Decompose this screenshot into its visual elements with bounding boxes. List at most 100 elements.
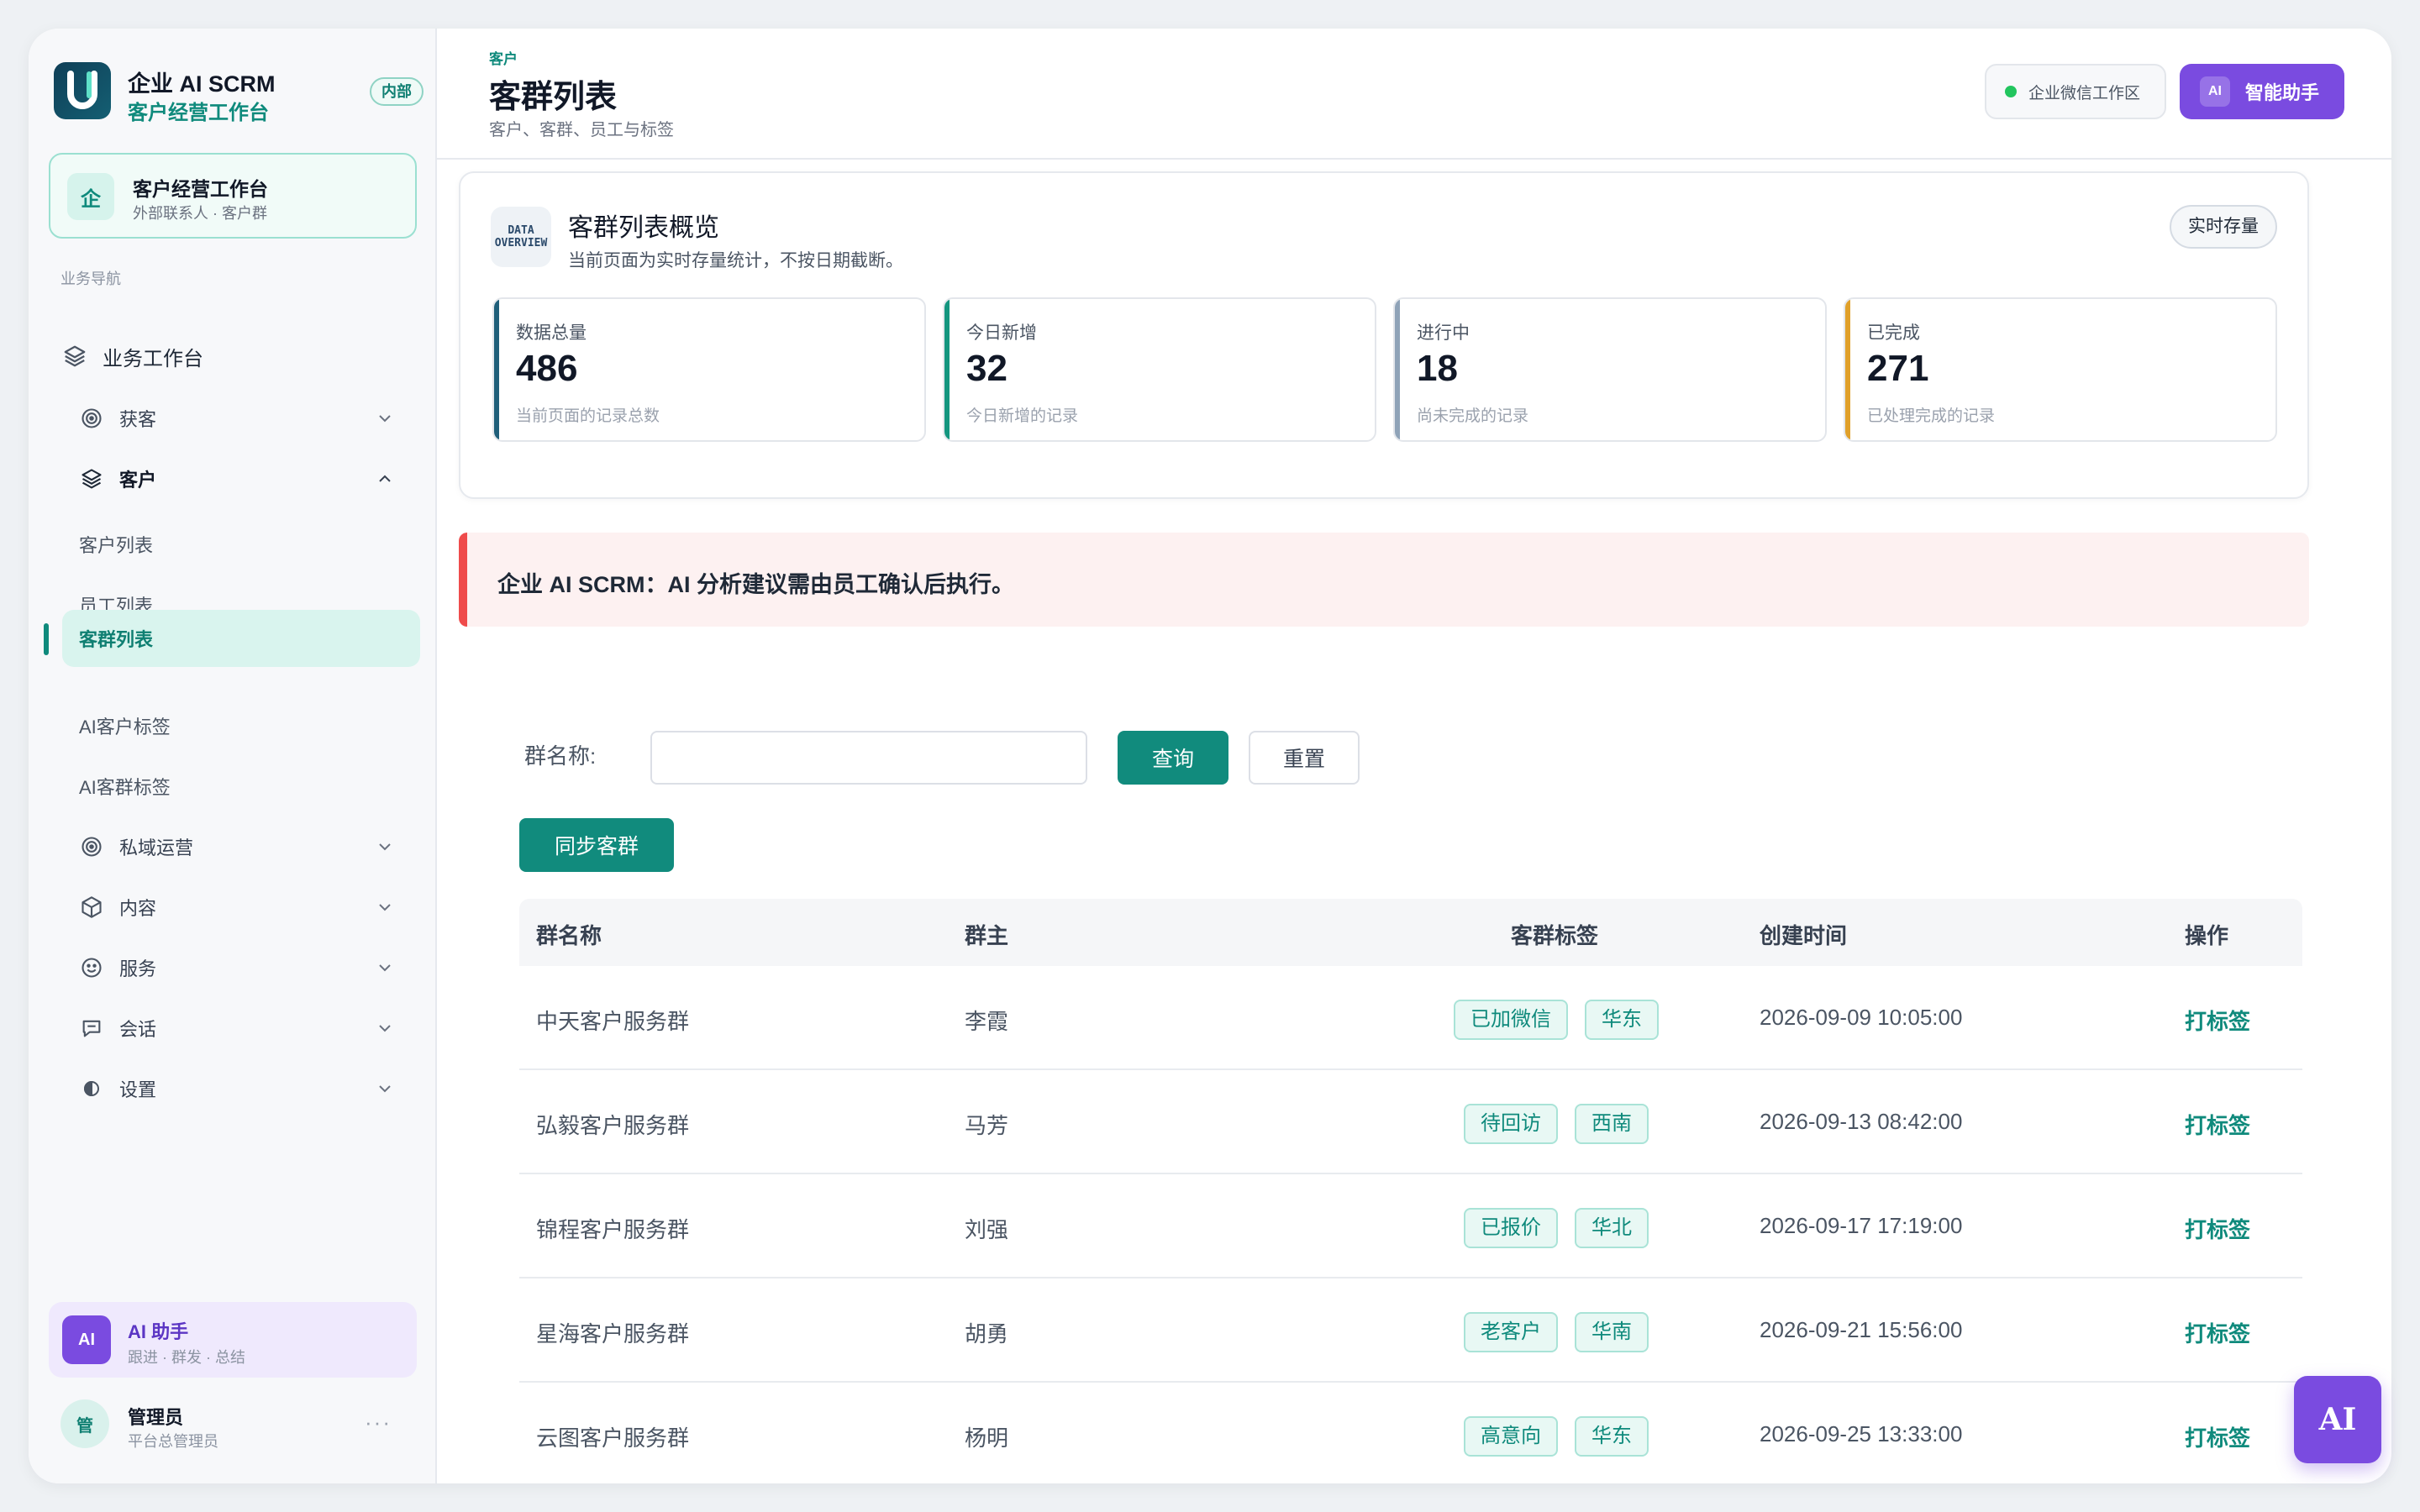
page-subtitle: 客户、客群、员工与标签: [489, 121, 674, 139]
sidebar-item-group-list[interactable]: 客群列表: [62, 610, 420, 667]
tag-action-link[interactable]: 打标签: [2185, 1005, 2250, 1036]
brand-subtitle: 客户经营工作台: [128, 102, 269, 124]
sidebar-item-acquire[interactable]: 获客: [77, 395, 434, 442]
tag-action-link[interactable]: 打标签: [2185, 1213, 2250, 1244]
brand-logo-icon: [54, 62, 111, 119]
chevron-up-icon: [373, 467, 397, 491]
overview-title: 客群列表概览: [568, 214, 719, 242]
cell-tags: 已报价 华北: [1464, 1208, 1649, 1248]
layers-icon: [77, 465, 106, 493]
ai-card-title: AI 助手: [128, 1321, 189, 1342]
brand[interactable]: 企业 AI SCRM 客户经营工作台 内部: [54, 62, 424, 124]
cell-owner: 杨明: [965, 1425, 1009, 1451]
cell-owner: 胡勇: [965, 1321, 1009, 1347]
ai-assistant-card[interactable]: AI AI 助手 跟进 · 群发 · 总结: [49, 1302, 417, 1378]
tag-action-link[interactable]: 打标签: [2185, 1109, 2250, 1140]
cell-group-name: 中天客户服务群: [536, 1009, 690, 1034]
user-profile[interactable]: 管 管理员 平台总管理员 ···: [60, 1396, 417, 1455]
cell-tags: 高意向 华东: [1464, 1416, 1649, 1457]
ai-tag-icon: AI: [2200, 76, 2230, 107]
sidebar-item-service[interactable]: 服务: [77, 944, 434, 991]
tag-action-link[interactable]: 打标签: [2185, 1421, 2250, 1452]
column-header-action: 操作: [2185, 923, 2229, 948]
sidebar-item-private-ops[interactable]: 私域运营: [77, 823, 434, 870]
sidebar-item-workbench[interactable]: 业务工作台: [60, 333, 417, 380]
stat-card-in-progress: 进行中 18 尚未完成的记录: [1393, 297, 1827, 442]
tag-chip: 华北: [1575, 1208, 1649, 1248]
workspace-title: 客户经营工作台: [133, 178, 268, 200]
stat-card-total: 数据总量 486 当前页面的记录总数: [492, 297, 926, 442]
cell-group-name: 锦程客户服务群: [536, 1217, 690, 1242]
ai-floating-button[interactable]: AI: [2294, 1376, 2381, 1463]
tag-chip: 待回访: [1464, 1104, 1558, 1144]
sidebar-item-chat[interactable]: 会话: [77, 1005, 434, 1052]
table-row: 锦程客户服务群 刘强 已报价 华北 2026-09-17 17:19:00 打标…: [519, 1174, 2302, 1278]
cell-group-name: 弘毅客户服务群: [536, 1113, 690, 1138]
user-name: 管理员: [128, 1407, 184, 1428]
overview-card: DATA OVERVIEW 客群列表概览 当前页面为实时存量统计，不按日期截断。…: [459, 171, 2309, 499]
tag-chip: 已报价: [1464, 1208, 1558, 1248]
smile-icon: [77, 953, 106, 982]
smart-assistant-button[interactable]: AI 智能助手: [2180, 64, 2344, 119]
stat-value: 486: [516, 348, 578, 389]
ai-avatar: AI: [62, 1315, 111, 1364]
tag-chip: 西南: [1575, 1104, 1649, 1144]
settings-icon: [77, 1074, 106, 1103]
table-header: 群名称 群主 客群标签 创建时间 操作: [519, 899, 2302, 966]
nav-section-label: 业务导航: [60, 270, 121, 287]
sidebar-item-label: 服务: [119, 958, 157, 979]
chevron-down-icon: [373, 835, 397, 858]
overview-subtitle: 当前页面为实时存量统计，不按日期截断。: [568, 251, 903, 270]
tag-chip: 华南: [1575, 1312, 1649, 1352]
chat-icon: [77, 1014, 106, 1042]
cell-created: 2026-09-17 17:19:00: [1760, 1213, 1963, 1238]
tag-chip: 老客户: [1464, 1312, 1558, 1352]
chevron-down-icon: [373, 1016, 397, 1040]
user-role: 平台总管理员: [128, 1433, 218, 1450]
internal-badge: 内部: [370, 77, 424, 106]
tag-chip: 华东: [1575, 1416, 1649, 1457]
stat-accent-bar: [1845, 299, 1850, 440]
stat-label: 数据总量: [516, 323, 587, 343]
sync-groups-button[interactable]: 同步客群: [519, 818, 674, 872]
chevron-down-icon: [373, 956, 397, 979]
workspace-subtitle: 外部联系人 · 客户群: [133, 205, 267, 222]
breadcrumb[interactable]: 客户: [489, 47, 518, 68]
page-header: 客户 客群列表 客户、客群、员工与标签 企业微信工作区 AI 智能助手: [437, 29, 2391, 160]
sidebar-item-label: 私域运营: [119, 837, 194, 858]
wecom-workspace-button[interactable]: 企业微信工作区: [1985, 64, 2166, 119]
smart-assistant-label: 智能助手: [2245, 82, 2320, 103]
chevron-down-icon: [373, 1077, 397, 1100]
cell-tags: 已加微信 华东: [1454, 1000, 1659, 1040]
group-table: 群名称 群主 客群标签 创建时间 操作 中天客户服务群 李霞 已加微信 华东 2…: [519, 899, 2302, 1487]
ai-card-subtitle: 跟进 · 群发 · 总结: [128, 1349, 245, 1366]
sidebar-item-ai-group-tags[interactable]: AI客群标签: [79, 763, 415, 810]
stat-desc: 尚未完成的记录: [1417, 407, 1529, 425]
workspace-switcher[interactable]: 企 客户经营工作台 外部联系人 · 客户群: [49, 153, 417, 239]
sidebar: 企业 AI SCRM 客户经营工作台 内部 企 客户经营工作台 外部联系人 · …: [29, 29, 437, 1483]
sidebar-item-customer[interactable]: 客户: [77, 455, 434, 502]
table-row: 弘毅客户服务群 马芳 待回访 西南 2026-09-13 08:42:00 打标…: [519, 1070, 2302, 1174]
sidebar-item-content[interactable]: 内容: [77, 884, 434, 931]
avatar: 管: [60, 1399, 109, 1448]
table-row: 云图客户服务群 杨明 高意向 华东 2026-09-25 13:33:00 打标…: [519, 1383, 2302, 1487]
query-button[interactable]: 查询: [1118, 731, 1228, 785]
tag-action-link[interactable]: 打标签: [2185, 1317, 2250, 1348]
stat-label: 已完成: [1867, 323, 1920, 343]
more-icon[interactable]: ···: [365, 1410, 392, 1436]
cell-created: 2026-09-21 15:56:00: [1760, 1317, 1963, 1342]
sidebar-item-label: 获客: [119, 409, 157, 430]
reset-button[interactable]: 重置: [1249, 731, 1360, 785]
chevron-down-icon: [373, 895, 397, 919]
tag-chip: 高意向: [1464, 1416, 1558, 1457]
sidebar-item-ai-customer-tags[interactable]: AI客户标签: [79, 702, 415, 749]
sidebar-item-customer-list[interactable]: 客户列表: [79, 521, 415, 568]
sidebar-item-settings[interactable]: 设置: [77, 1065, 434, 1112]
group-name-input[interactable]: [650, 731, 1087, 785]
sidebar-item-label: 设置: [119, 1079, 157, 1100]
stat-card-new-today: 今日新增 32 今日新增的记录: [943, 297, 1376, 442]
cell-created: 2026-09-25 13:33:00: [1760, 1421, 1963, 1446]
workspace-icon: 企: [67, 173, 114, 220]
icon-text-line2: OVERVIEW: [494, 237, 548, 249]
table-row: 中天客户服务群 李霞 已加微信 华东 2026-09-09 10:05:00 打…: [519, 966, 2302, 1070]
